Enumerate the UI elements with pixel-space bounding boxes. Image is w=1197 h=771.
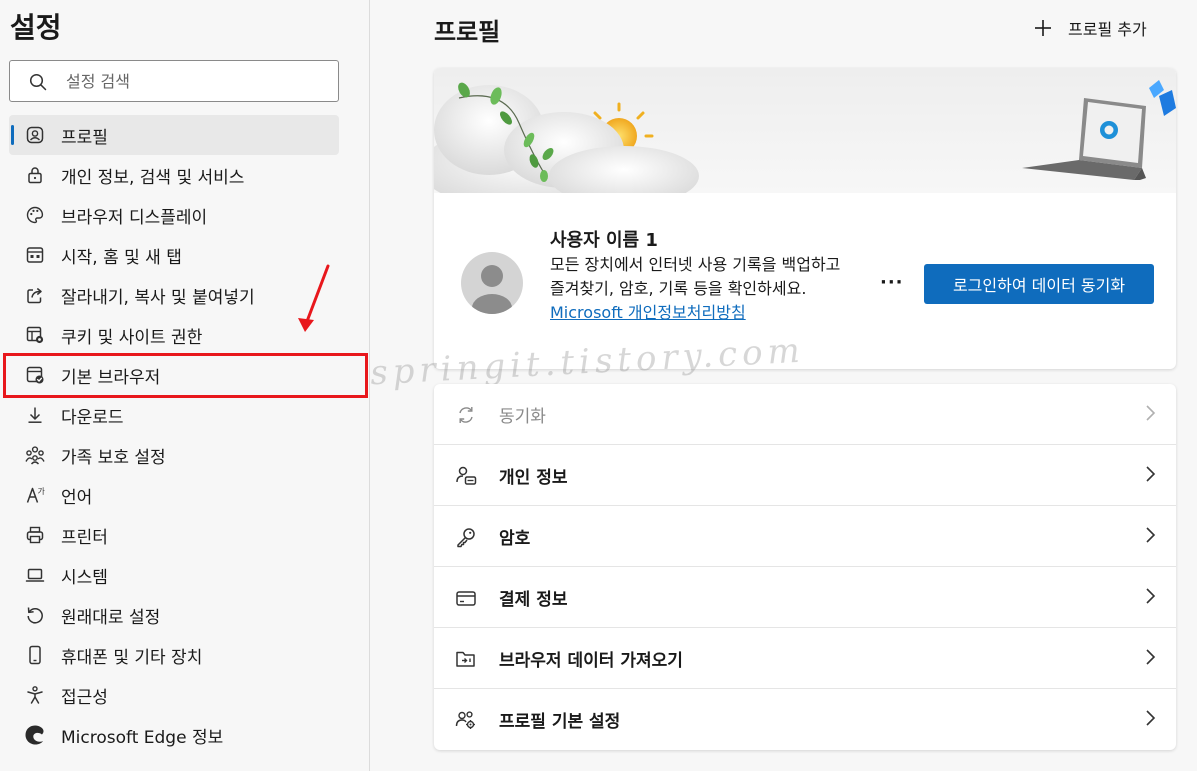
personal-info-icon	[454, 464, 478, 488]
sidebar-item-about-edge[interactable]: Microsoft Edge 정보	[9, 715, 339, 755]
row-profile-preferences[interactable]: 프로필 기본 설정	[434, 689, 1176, 750]
search-input[interactable]	[66, 69, 316, 93]
laptop-illustration	[1022, 80, 1176, 180]
page-title: 프로필	[434, 18, 501, 46]
chevron-right-icon	[1146, 527, 1156, 543]
annotation-arrow	[298, 264, 330, 332]
banner-illustration	[434, 80, 1176, 210]
row-label: 결제 정보	[499, 590, 568, 610]
profile-settings-icon	[454, 708, 478, 732]
row-personal-info[interactable]: 개인 정보	[434, 445, 1176, 506]
search-box[interactable]	[9, 60, 339, 102]
profile-icon	[24, 124, 46, 146]
sidebar-item-profile[interactable]: 프로필	[9, 115, 339, 155]
privacy-policy-link[interactable]: Microsoft 개인정보처리방침	[550, 303, 746, 322]
search-icon	[29, 73, 47, 91]
sidebar-item-label: 프린터	[61, 527, 108, 548]
row-label: 암호	[499, 529, 531, 549]
printer-icon	[24, 524, 46, 546]
start-home-icon	[24, 244, 46, 266]
sidebar-item-label: 휴대폰 및 기타 장치	[61, 647, 203, 668]
row-import-browser-data[interactable]: 브라우저 데이터 가져오기	[434, 628, 1176, 689]
sidebar-item-privacy[interactable]: 개인 정보, 검색 및 서비스	[9, 155, 339, 195]
lock-icon	[24, 164, 46, 186]
share-icon	[24, 284, 46, 306]
sign-in-sync-button[interactable]: 로그인하여 데이터 동기화	[924, 264, 1154, 304]
row-label: 동기화	[499, 407, 546, 427]
sidebar-item-start-home[interactable]: 시작, 홈 및 새 탭	[9, 235, 339, 275]
row-label: 프로필 기본 설정	[499, 712, 621, 732]
sidebar-title: 설정	[10, 11, 62, 44]
import-data-icon	[454, 647, 478, 671]
row-passwords[interactable]: 암호	[434, 506, 1176, 567]
sidebar-item-label: 쿠키 및 사이트 권한	[61, 327, 203, 348]
laptop-icon	[24, 564, 46, 586]
profile-card: 사용자 이름 1 모든 장치에서 인터넷 사용 기록을 백업하고 즐겨찾기, 암…	[434, 68, 1176, 369]
row-payment-info[interactable]: 결제 정보	[434, 567, 1176, 628]
profile-description: 모든 장치에서 인터넷 사용 기록을 백업하고 즐겨찾기, 암호, 기록 등을 …	[550, 253, 850, 325]
sidebar-item-reset[interactable]: 원래대로 설정	[9, 595, 339, 635]
sidebar-item-printers[interactable]: 프린터	[9, 515, 339, 555]
profile-settings-list: 동기화 개인 정보 암호 결제 정보 브라우저 데이터 가져오기 프로필 기본 …	[434, 384, 1176, 750]
sidebar-item-label: 언어	[61, 487, 93, 508]
sidebar-item-label: 프로필	[61, 127, 108, 148]
language-icon: 가	[24, 484, 46, 506]
chevron-right-icon	[1146, 466, 1156, 482]
sidebar-item-label: Microsoft Edge 정보	[61, 727, 224, 748]
download-icon	[24, 404, 46, 426]
sidebar-item-label: 접근성	[61, 687, 108, 708]
chevron-right-icon	[1146, 405, 1156, 421]
chevron-right-icon	[1146, 649, 1156, 665]
chevron-right-icon	[1146, 710, 1156, 726]
edge-logo-icon	[24, 724, 46, 746]
sidebar-item-label: 시스템	[61, 567, 108, 588]
key-icon	[454, 525, 478, 549]
sidebar-item-share-copy-paste[interactable]: 잘라내기, 복사 및 붙여넣기	[9, 275, 339, 315]
add-profile-label: 프로필 추가	[1068, 20, 1147, 39]
sidebar-item-label: 시작, 홈 및 새 탭	[61, 247, 182, 268]
row-label: 개인 정보	[499, 468, 568, 488]
sync-icon	[454, 403, 478, 427]
sidebar-item-family[interactable]: 가족 보호 설정	[9, 435, 339, 475]
more-options-button[interactable]: ···	[880, 272, 904, 293]
reset-icon	[24, 604, 46, 626]
avatar	[461, 252, 523, 314]
sidebar-item-label: 잘라내기, 복사 및 붙여넣기	[61, 287, 255, 308]
chevron-right-icon	[1146, 588, 1156, 604]
sidebar-nav: 프로필 개인 정보, 검색 및 서비스 브라우저 디스플레이 시작, 홈 및 새…	[9, 115, 339, 755]
sidebar-item-cookies[interactable]: 쿠키 및 사이트 권한	[9, 315, 339, 355]
svg-text:가: 가	[38, 487, 46, 496]
family-icon	[24, 444, 46, 466]
add-profile-button[interactable]: 프로필 추가	[1034, 16, 1147, 40]
sidebar-item-label: 개인 정보, 검색 및 서비스	[61, 167, 245, 188]
profile-banner	[434, 68, 1176, 210]
plus-icon	[1035, 20, 1051, 36]
sidebar-item-languages[interactable]: 가 언어	[9, 475, 339, 515]
annotation-highlight-box	[3, 353, 368, 398]
credit-card-icon	[454, 586, 478, 610]
sidebar-item-appearance[interactable]: 브라우저 디스플레이	[9, 195, 339, 235]
sidebar-item-accessibility[interactable]: 접근성	[9, 675, 339, 715]
settings-sidebar: 설정 프로필 개인 정보, 검색 및 서비스 브라우저 디스플레이 시작, 홈 …	[0, 0, 370, 771]
sidebar-item-downloads[interactable]: 다운로드	[9, 395, 339, 435]
sidebar-item-phone[interactable]: 휴대폰 및 기타 장치	[9, 635, 339, 675]
row-label: 브라우저 데이터 가져오기	[499, 651, 683, 671]
sidebar-item-label: 브라우저 디스플레이	[61, 207, 208, 228]
accessibility-icon	[24, 684, 46, 706]
palette-icon	[24, 204, 46, 226]
phone-icon	[24, 644, 46, 666]
sidebar-item-label: 다운로드	[61, 407, 124, 428]
row-sync[interactable]: 동기화	[434, 384, 1176, 445]
profile-description-text: 모든 장치에서 인터넷 사용 기록을 백업하고 즐겨찾기, 암호, 기록 등을 …	[550, 255, 841, 298]
cloud-illustration	[434, 85, 699, 210]
sidebar-item-system[interactable]: 시스템	[9, 555, 339, 595]
profile-name: 사용자 이름 1	[550, 230, 658, 251]
sidebar-item-label: 원래대로 설정	[61, 607, 161, 628]
sidebar-item-label: 가족 보호 설정	[61, 447, 166, 468]
cookie-settings-icon	[24, 324, 46, 346]
